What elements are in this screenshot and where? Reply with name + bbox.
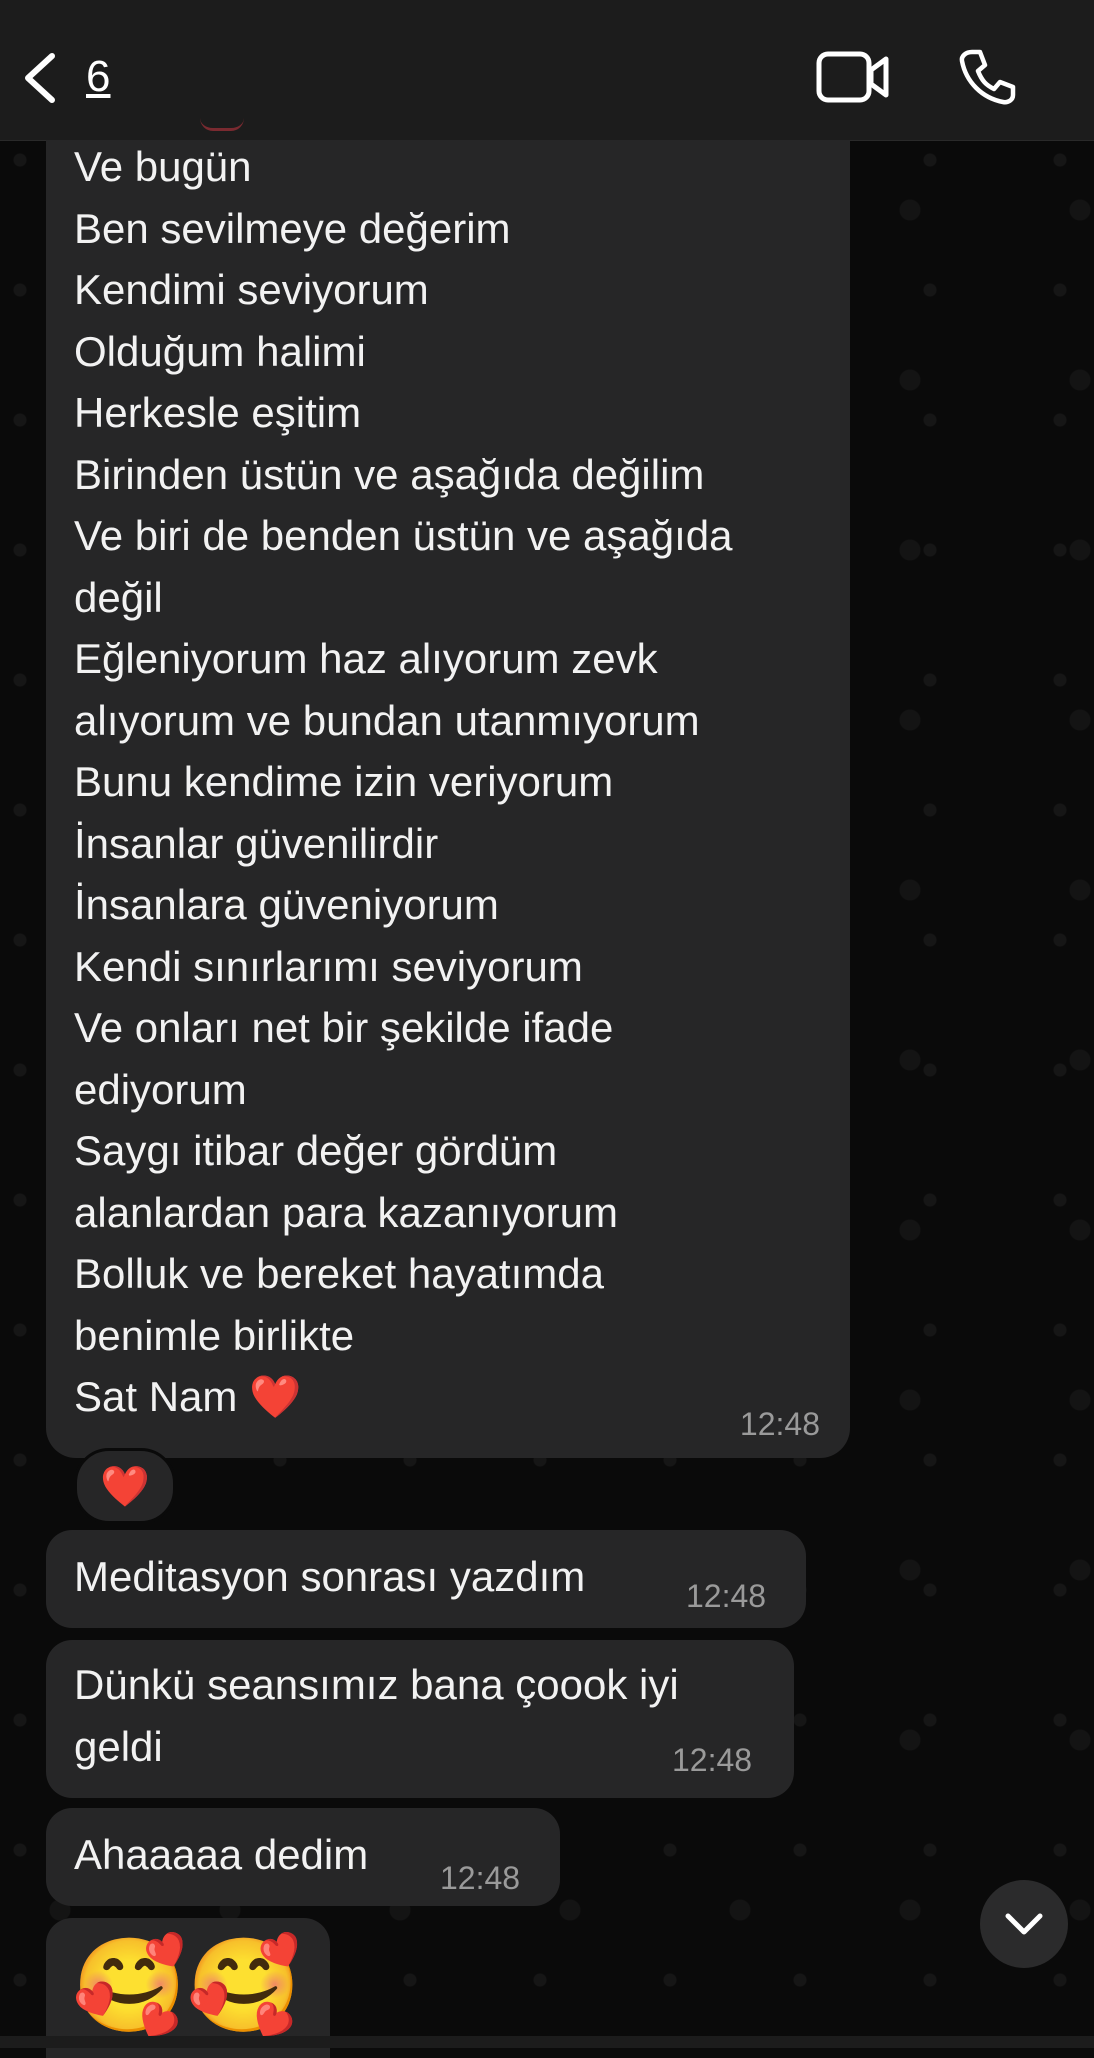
- message-bubble[interactable]: Ahaaaaa dedim 12:48: [46, 1808, 560, 1906]
- message-line: İnsanlara güveniyorum: [74, 881, 499, 928]
- heart-reaction[interactable]: ❤️: [74, 1448, 176, 1524]
- scroll-to-bottom-button[interactable]: [980, 1880, 1068, 1968]
- message-line: alanlardan para kazanıyorum: [74, 1188, 618, 1236]
- emoji-row: 🥰🥰: [72, 1936, 301, 2036]
- message-text: Dünkü seansımız bana çoook iyi geldi: [74, 1661, 679, 1770]
- message-bubble[interactable]: Meditasyon sonrası yazdım 12:48: [46, 1530, 806, 1628]
- message-line: Ve biri de benden üstün ve aşağıda: [74, 512, 733, 559]
- message-line: İnsanlar güvenilirdir: [74, 819, 439, 867]
- unread-count-link[interactable]: 6: [86, 52, 110, 102]
- chat-header: 6: [0, 0, 1094, 141]
- message-line: alıyorum ve bundan utanmıyorum: [74, 696, 700, 744]
- message-line: ediyorum: [74, 1065, 247, 1113]
- message-line: Kendi sınırlarımı seviyorum: [74, 942, 583, 990]
- message-time: 12:48: [739, 1406, 820, 1442]
- video-camera-icon[interactable]: [816, 50, 890, 104]
- message-line: Saygı itibar değer gördüm: [74, 1127, 558, 1174]
- smiling-face-with-hearts-icon: 🥰🥰: [72, 1935, 302, 2037]
- message-line: Sat Nam ❤️: [74, 1373, 302, 1420]
- message-text: Meditasyon sonrası yazdım: [74, 1553, 586, 1600]
- heart-emoji-icon: ❤️: [100, 1464, 150, 1509]
- message-line: Bolluk ve bereket hayatımda: [74, 1250, 604, 1297]
- phone-icon[interactable]: [958, 48, 1016, 106]
- message-line: Ve bugün: [74, 143, 252, 190]
- message-line: Olduğum halimi: [74, 327, 366, 375]
- message-line: Ve onları net bir şekilde ifade: [74, 1004, 614, 1051]
- message-text: Ahaaaaa dedim: [74, 1831, 369, 1878]
- message-time: 12:48: [686, 1578, 767, 1614]
- message-bubble-long[interactable]: Ve bugün Ben sevilmeye değerim Kendimi sev…: [46, 140, 850, 1458]
- chevron-down-icon: [1005, 1913, 1043, 1935]
- chevron-left-icon[interactable]: [20, 52, 60, 104]
- message-time: 12:48: [672, 1742, 753, 1778]
- message-line: Herkesle eşitim: [74, 389, 362, 436]
- message-line: değil: [74, 573, 163, 621]
- previous-reaction-edge: [200, 118, 244, 131]
- message-line: benimle birlikte: [74, 1311, 355, 1359]
- message-line: Ben sevilmeye değerim: [74, 204, 511, 252]
- message-text: Ve bugün Ben sevilmeye değerim Kendimi sev…: [74, 136, 854, 1428]
- message-line: Eğleniyorum haz alıyorum zevk: [74, 635, 658, 682]
- input-bar-edge: [0, 2036, 1094, 2048]
- message-line: Birinden üstün ve aşağıda değilim: [74, 450, 705, 498]
- message-line: Kendimi seviyorum: [74, 266, 429, 313]
- message-time: 12:48: [440, 1860, 521, 1896]
- message-bubble[interactable]: Dünkü seansımız bana çoook iyi geldi 12:…: [46, 1640, 794, 1798]
- message-line: Bunu kendime izin veriyorum: [74, 758, 614, 805]
